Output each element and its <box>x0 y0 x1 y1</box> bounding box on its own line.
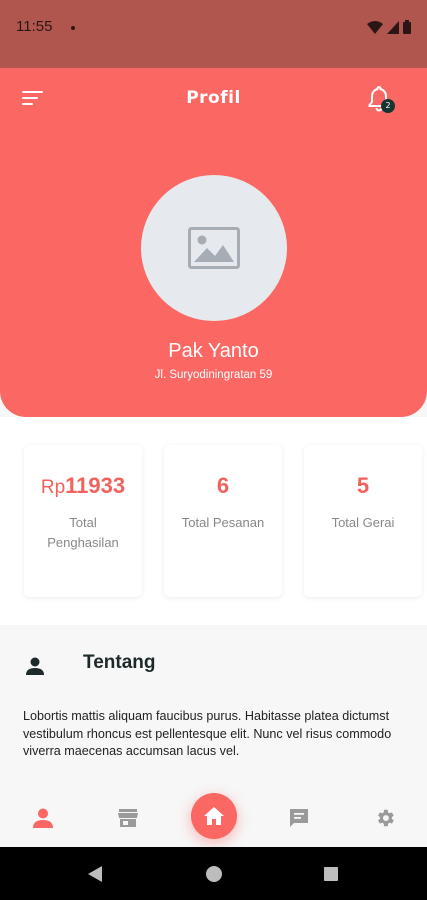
stat-value: 6 <box>216 473 230 498</box>
back-icon[interactable] <box>87 866 103 882</box>
stat-value: 5 <box>356 473 370 498</box>
system-home-icon[interactable] <box>206 866 222 882</box>
notification-badge: 2 <box>381 99 395 113</box>
profile-address: Jl. Suryodiningratan 59 <box>154 369 273 381</box>
stat-value: Rp11933 <box>24 473 142 499</box>
status-icons <box>367 20 411 34</box>
about-section <box>0 625 427 785</box>
status-notification-dot <box>71 26 75 30</box>
stat-card-income[interactable]: Rp11933 Total Penghasilan <box>24 445 142 597</box>
about-title: Tentang <box>83 652 156 673</box>
nav-profile-icon[interactable] <box>31 807 55 829</box>
person-icon <box>26 657 44 675</box>
nav-chat-icon[interactable] <box>287 807 311 829</box>
about-text: Lobortis mattis aliquam faucibus purus. … <box>23 709 392 758</box>
signal-icon <box>387 20 399 34</box>
stat-label: Total Gerai <box>331 515 395 530</box>
status-bar <box>0 0 427 68</box>
stat-card-orders[interactable]: 6 Total Pesanan <box>164 445 282 597</box>
currency-prefix: Rp <box>40 477 66 498</box>
page-title: Profil <box>186 88 241 108</box>
avatar[interactable] <box>141 175 287 321</box>
nav-store-icon[interactable] <box>116 807 140 829</box>
nav-home-button[interactable] <box>191 793 237 839</box>
stat-number: 11933 <box>65 473 126 498</box>
wifi-icon <box>367 20 383 34</box>
battery-icon <box>403 20 411 34</box>
stat-label: Total Pesanan <box>181 515 265 530</box>
stat-label: Total Penghasilan <box>47 515 119 550</box>
image-placeholder-icon <box>188 227 240 269</box>
home-icon <box>204 807 224 825</box>
stat-card-outlets[interactable]: 5 Total Gerai <box>304 445 422 597</box>
status-time: 11:55 <box>16 18 53 35</box>
nav-settings-icon[interactable] <box>373 807 397 829</box>
profile-name: Pak Yanto <box>168 340 259 362</box>
recent-apps-icon[interactable] <box>324 867 338 881</box>
